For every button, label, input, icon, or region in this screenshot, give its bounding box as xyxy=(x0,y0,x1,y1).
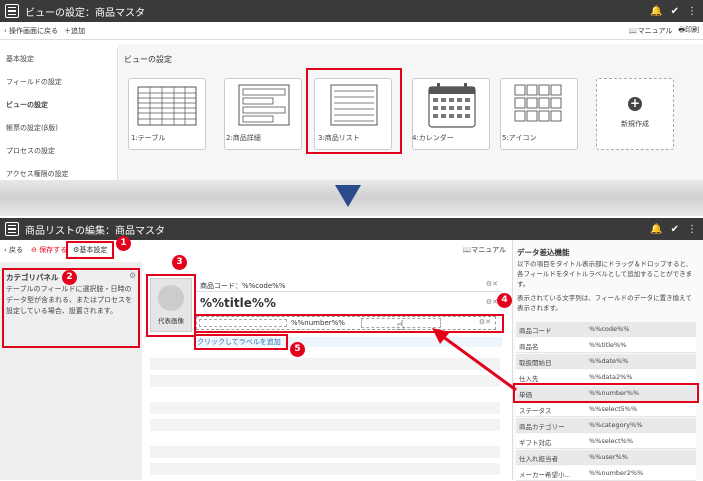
data-insert-desc-2: 表示されている文字列は、フィールドのデータに置き換えて表示されます。 xyxy=(517,294,692,312)
top-sidebar: 基本設定 フィールドの設定 ビューの設定 帳票の設定(β版) プロセスの設定 ア… xyxy=(0,48,118,180)
bell-icon[interactable]: 🔔 xyxy=(650,6,662,17)
list-row xyxy=(150,402,500,414)
badge-4: 4 xyxy=(497,293,512,308)
hamburger-menu-icon[interactable] xyxy=(5,4,19,18)
top-toolbar: ‹ 操作画面に戻る ＋追加 📖マニュアル 🖶印刷 xyxy=(0,22,703,40)
field-row[interactable]: 取扱開始日 %%date%% xyxy=(516,354,696,369)
add-label-highlight xyxy=(194,334,288,350)
badge-1: 1 xyxy=(116,236,131,251)
top-page-title: ビューの設定：商品マスタ xyxy=(25,7,145,19)
badge-2: 2 xyxy=(62,270,77,285)
plus-icon: + xyxy=(628,96,642,111)
view-label-detail: 2:商品詳細 xyxy=(226,134,261,142)
badge-3: 3 xyxy=(172,255,187,270)
data-insert-desc-1: 以下の項目をタイトル表示部にドラッグ＆ドロップすると、各フィールドをタイトルラベ… xyxy=(517,260,693,288)
unit-price-highlight xyxy=(513,383,699,403)
field-row[interactable]: ギフト対応 %%select%% xyxy=(516,434,696,449)
check-icon-2[interactable]: ✔ xyxy=(671,224,679,235)
manual-link-2[interactable]: 📖マニュアル xyxy=(462,245,506,255)
code-field-row[interactable]: 商品コード：%%code%% ⚙✕ xyxy=(196,278,502,292)
bottom-header: 商品リストの編集：商品マスタ 🔔 ✔ ⋮ xyxy=(0,218,703,240)
more-icon-2[interactable]: ⋮ xyxy=(687,224,697,235)
print-link[interactable]: 🖶印刷 xyxy=(678,25,699,37)
category-panel-title: カテゴリパネル xyxy=(6,273,59,282)
field-row[interactable]: 商品カテゴリー %%category%% xyxy=(516,418,696,433)
section-title: ビューの設定 xyxy=(124,55,172,64)
badge-5: 5 xyxy=(290,342,305,357)
view-label-calendar: 4:カレンダー xyxy=(412,134,454,142)
view-label-list: 3:商品リスト xyxy=(318,134,360,142)
row-settings-icon[interactable]: ⚙✕ xyxy=(486,280,498,288)
title-field-text: %%title%% xyxy=(200,296,276,310)
gear-icon[interactable]: ⚙ xyxy=(129,271,136,280)
save-button[interactable]: ⊖ 保存する xyxy=(31,245,67,255)
sidebar-item-fields[interactable]: フィールドの設定 xyxy=(0,71,117,94)
view-label-icon: 5:アイコン xyxy=(502,134,537,142)
list-row xyxy=(150,463,500,475)
list-row xyxy=(150,446,500,458)
add-link[interactable]: ＋追加 xyxy=(64,26,85,36)
sidebar-item-view[interactable]: ビューの設定 xyxy=(0,94,117,117)
sidebar-item-process[interactable]: プロセスの設定 xyxy=(0,140,117,163)
new-view-label: 新規作成 xyxy=(621,120,649,128)
drag-arrow-icon xyxy=(432,328,517,392)
new-view-button[interactable]: + 新規作成 xyxy=(596,78,674,150)
category-panel-description: テーブルのフィールドに選択肢・日時のデータ型が含まれる、またはプロセスを設定して… xyxy=(6,285,132,315)
list-row xyxy=(150,419,500,431)
image-highlight xyxy=(146,274,196,337)
title-field-row[interactable]: %%title%% ⚙✕ xyxy=(196,294,502,314)
back-link[interactable]: ‹ 操作画面に戻る xyxy=(4,26,58,36)
more-icon[interactable]: ⋮ xyxy=(687,6,697,17)
sidebar-item-forms[interactable]: 帳票の設定(β版) xyxy=(0,117,117,140)
manual-link[interactable]: 📖マニュアル xyxy=(629,26,673,36)
down-arrow-icon xyxy=(335,185,361,207)
field-row[interactable]: 商品名 %%title%% xyxy=(516,338,696,353)
code-field-text: 商品コード：%%code%% xyxy=(200,282,286,290)
field-row[interactable]: 商品コード %%code%% xyxy=(516,322,696,337)
bell-icon-2[interactable]: 🔔 xyxy=(650,224,662,235)
sidebar-item-basic[interactable]: 基本設定 xyxy=(0,48,117,71)
field-row[interactable]: ステータス %%select5%% xyxy=(516,402,696,417)
view-label-table: 1:テーブル xyxy=(131,134,166,142)
data-insert-title: データ差込機能 xyxy=(517,248,570,257)
back-button[interactable]: ‹ 戻る xyxy=(4,245,23,255)
field-row[interactable]: メーカー希望小... %%number2%% xyxy=(516,466,696,481)
field-row[interactable]: 仕入れ担当者 %%user%% xyxy=(516,450,696,465)
basic-settings-highlight xyxy=(66,241,114,259)
hand-cursor-icon: ☝ xyxy=(396,318,405,334)
hamburger-menu-icon-2[interactable] xyxy=(5,222,19,236)
bottom-page-title: 商品リストの編集：商品マスタ xyxy=(25,225,165,237)
top-header: ビューの設定：商品マスタ 🔔 ✔ ⋮ xyxy=(0,0,703,22)
check-icon[interactable]: ✔ xyxy=(671,6,679,17)
